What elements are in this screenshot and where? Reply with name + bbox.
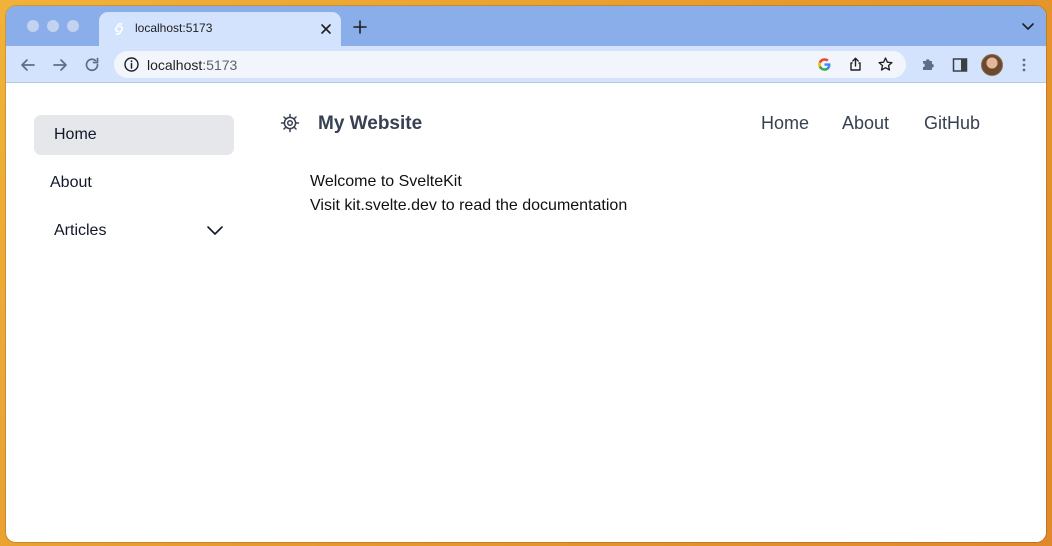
info-icon[interactable] <box>123 56 140 73</box>
address-bar[interactable]: localhost:5173 <box>114 51 906 78</box>
close-window-button[interactable] <box>27 20 39 32</box>
tab-title: localhost:5173 <box>135 21 213 35</box>
sidebar-item-label: Home <box>54 126 97 143</box>
url-port: :5173 <box>202 57 238 73</box>
sidebar-item-home[interactable]: Home <box>34 115 234 155</box>
page-body-text: Visit kit.svelte.dev to read the documen… <box>310 197 628 214</box>
extensions-icon[interactable] <box>919 56 937 74</box>
nav-link-home[interactable]: Home <box>761 113 809 134</box>
sidebar-item-about[interactable]: About <box>34 163 234 203</box>
google-icon[interactable] <box>816 56 833 73</box>
url-host: localhost <box>147 57 203 73</box>
star-icon[interactable] <box>877 56 894 73</box>
sidebar-item-articles[interactable]: Articles <box>34 211 234 251</box>
close-icon[interactable] <box>317 20 335 38</box>
forward-icon[interactable] <box>50 55 70 75</box>
avatar[interactable] <box>981 54 1003 76</box>
gear-icon <box>280 113 300 133</box>
back-icon[interactable] <box>18 55 38 75</box>
tab-strip: localhost:5173 <box>6 6 1046 46</box>
reload-icon[interactable] <box>82 55 102 75</box>
share-icon[interactable] <box>847 56 864 73</box>
svelte-favicon <box>114 22 124 36</box>
chevron-down-icon[interactable] <box>206 223 224 239</box>
page-heading: Welcome to SvelteKit <box>310 173 462 190</box>
kebab-menu-icon[interactable] <box>1015 56 1033 74</box>
url-text[interactable]: localhost:5173 <box>147 57 237 73</box>
minimize-window-button[interactable] <box>47 20 59 32</box>
sidebar-item-label: Articles <box>54 222 107 239</box>
browser-tab[interactable]: localhost:5173 <box>99 12 341 46</box>
side-panel-icon[interactable] <box>951 56 969 74</box>
maximize-window-button[interactable] <box>67 20 79 32</box>
chevron-down-icon[interactable] <box>1020 20 1036 34</box>
browser-toolbar: localhost:5173 <box>6 46 1046 83</box>
site-title[interactable]: My Website <box>318 113 422 135</box>
browser-window: localhost:5173 localhost:5173 Home About… <box>6 6 1046 542</box>
nav-link-about[interactable]: About <box>842 113 889 134</box>
plus-icon[interactable] <box>351 18 369 36</box>
nav-link-github[interactable]: GitHub <box>924 113 980 134</box>
page-content: Home About Articles My Website Home Abou… <box>6 83 1046 542</box>
sidebar-item-label: About <box>50 174 92 191</box>
